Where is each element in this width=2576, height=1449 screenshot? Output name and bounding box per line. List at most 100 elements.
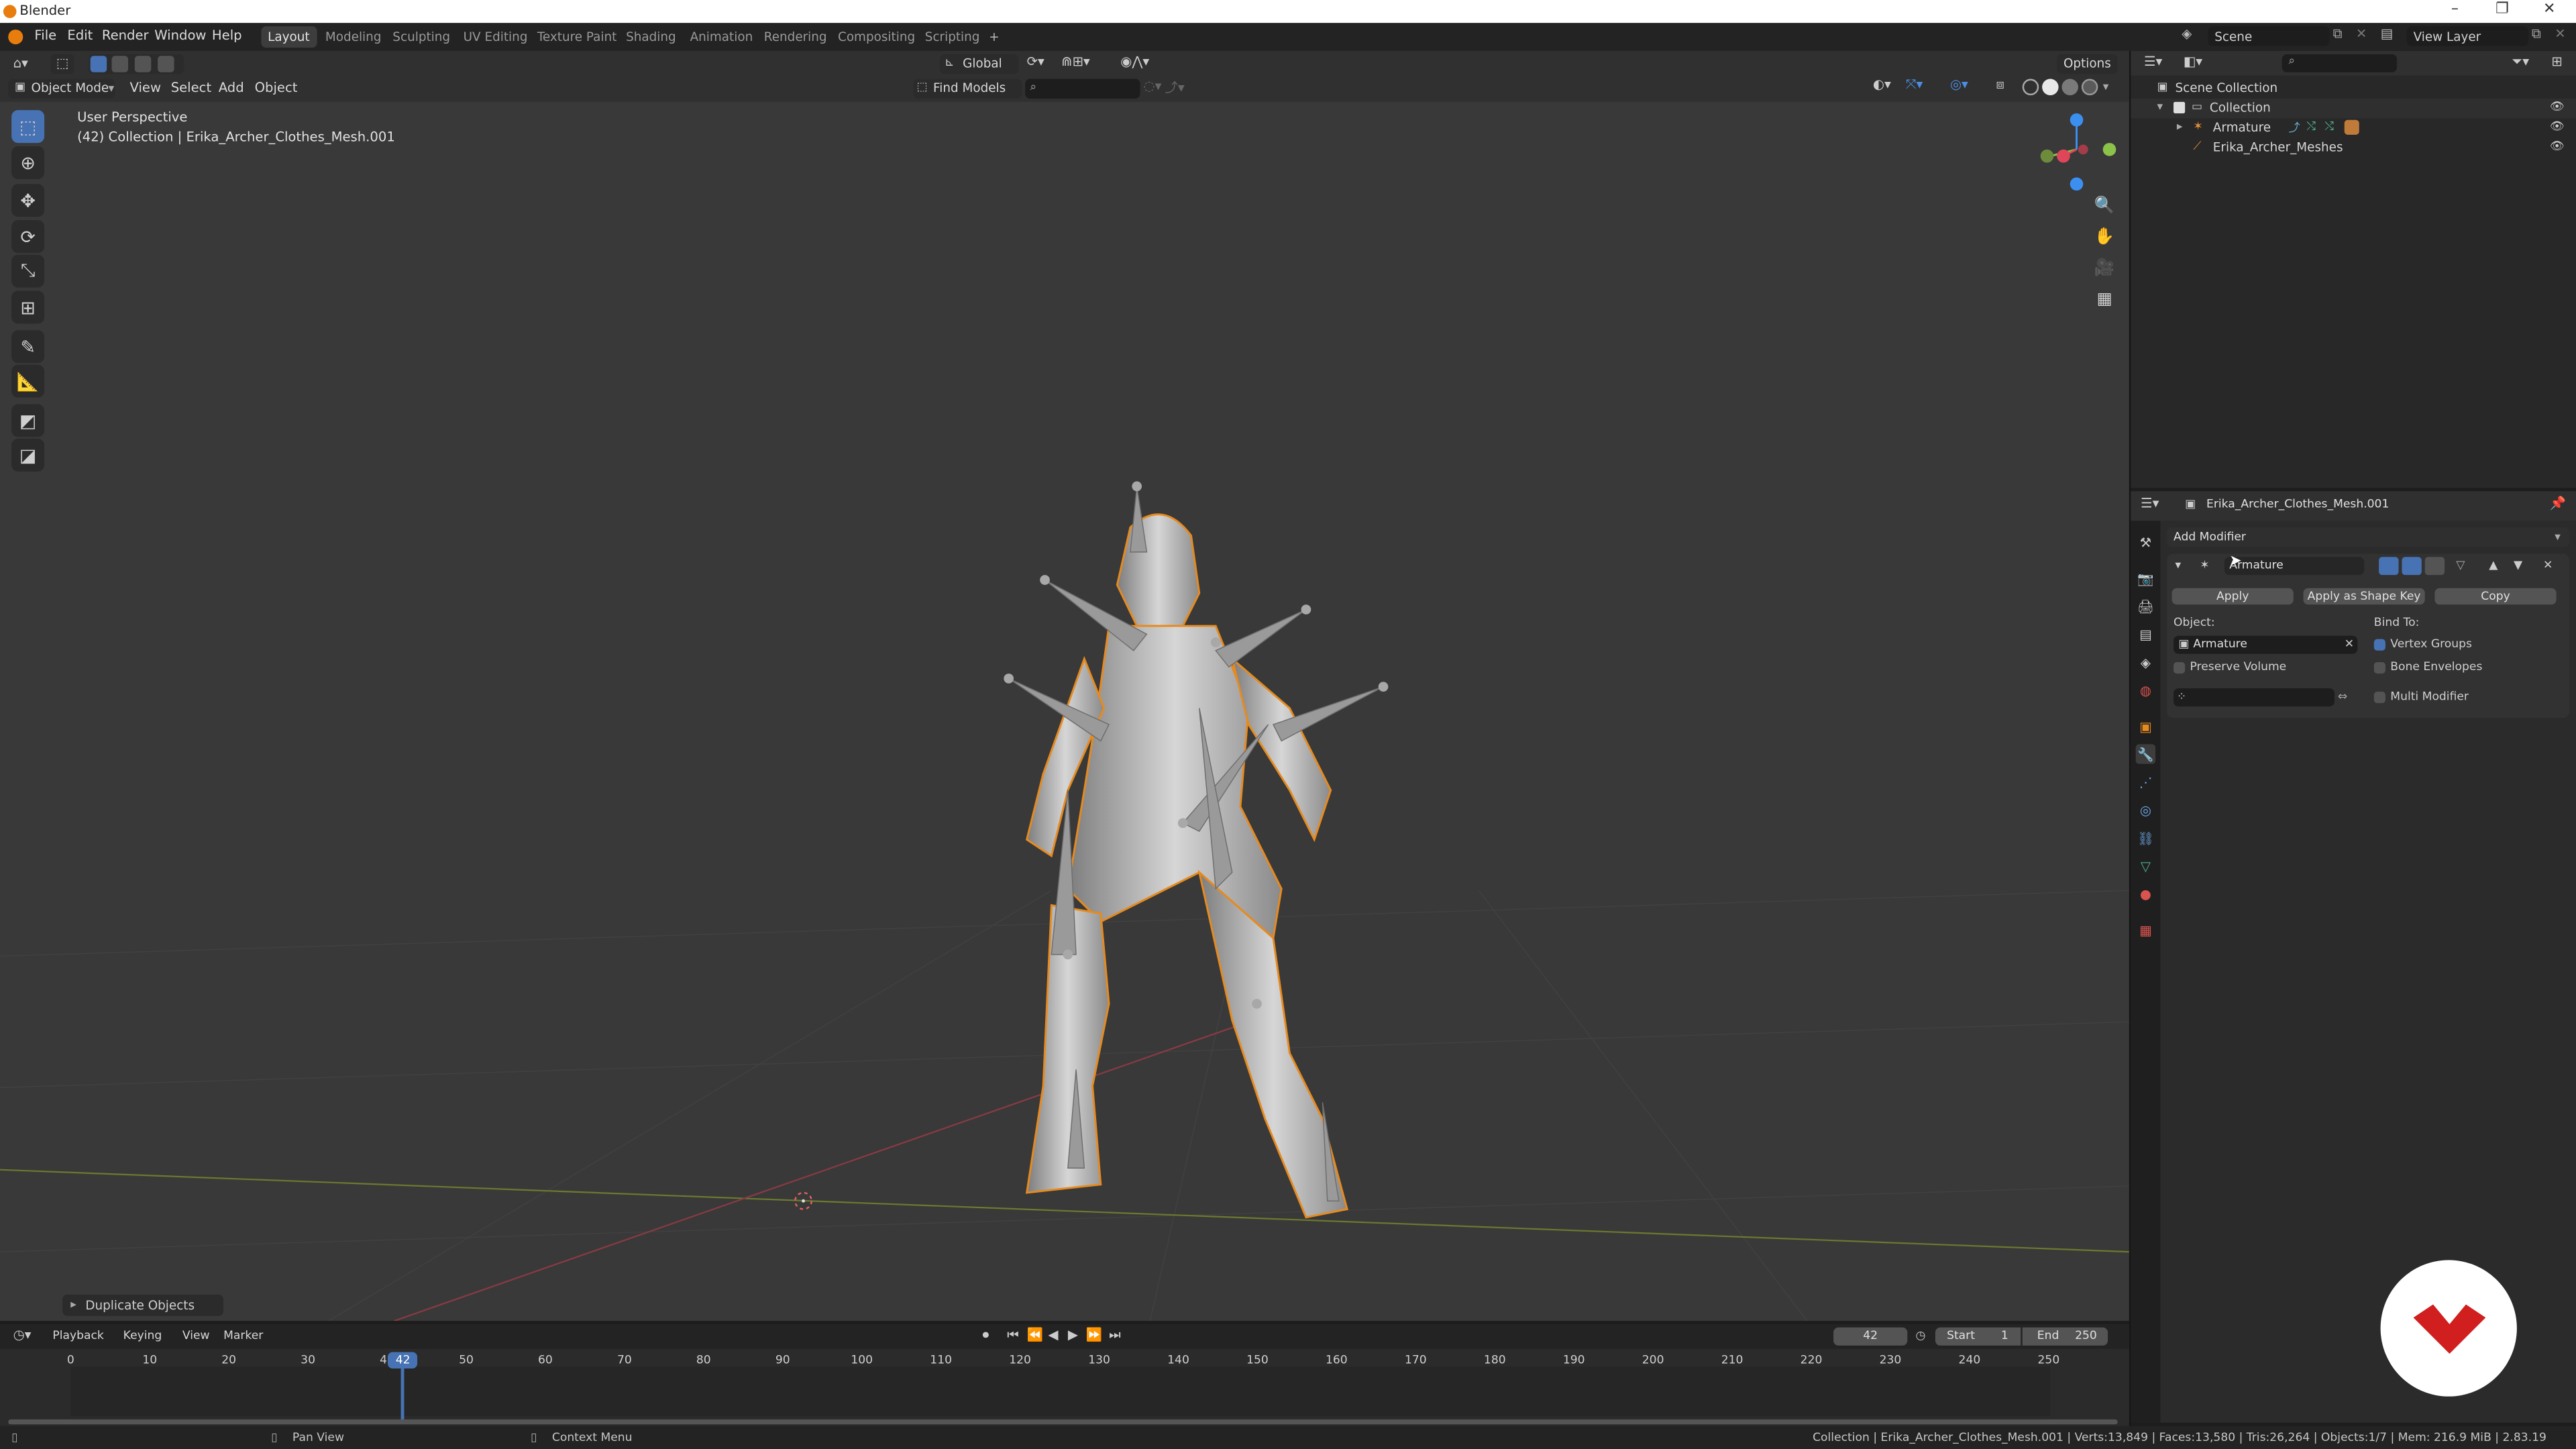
- viewport-menu-view[interactable]: View: [129, 80, 160, 95]
- tab-uv-editing[interactable]: UV Editing: [457, 26, 534, 48]
- world-tab-icon[interactable]: ◍: [2136, 680, 2155, 700]
- physics-tab-icon[interactable]: ◎: [2136, 800, 2155, 820]
- tab-compositing[interactable]: Compositing: [831, 26, 922, 48]
- wireframe-shading-icon[interactable]: [2022, 78, 2039, 96]
- delete-scene-icon[interactable]: ✕: [2356, 26, 2367, 41]
- options-dropdown[interactable]: Options: [2057, 54, 2118, 74]
- editor-type-icon[interactable]: ⌂▾: [13, 56, 28, 70]
- display-mode-icon[interactable]: ◧▾: [2184, 54, 2202, 69]
- add-modifier-dropdown[interactable]: Add Modifier ▾: [2167, 527, 2570, 547]
- shading-options-icon[interactable]: ▾: [2103, 80, 2109, 94]
- multi-modifier-checkbox[interactable]: [2373, 692, 2385, 704]
- tab-texture-paint[interactable]: Texture Paint: [531, 26, 623, 48]
- vertex-group-field[interactable]: [2174, 688, 2335, 707]
- pivot-point-icon[interactable]: ⟳▾: [1027, 54, 1044, 69]
- render-toggle-icon[interactable]: [2424, 557, 2445, 576]
- search-extra-icon[interactable]: ⤴▾: [1165, 79, 1184, 97]
- modifier-tab-icon[interactable]: 🔧: [2135, 744, 2156, 764]
- close-button[interactable]: ✕: [2543, 1, 2555, 17]
- cage-toggle-icon[interactable]: ▽: [2456, 559, 2465, 572]
- preserve-volume-checkbox[interactable]: [2174, 661, 2186, 674]
- material-tab-icon[interactable]: ●: [2136, 884, 2155, 904]
- vertex-groups-checkbox[interactable]: [2373, 639, 2385, 651]
- rendered-shading-icon[interactable]: [2081, 78, 2098, 96]
- menu-file[interactable]: File: [34, 28, 56, 43]
- viewport-menu-object[interactable]: Object: [255, 80, 298, 95]
- view-layer-selector[interactable]: View Layer: [2406, 26, 2529, 46]
- menu-edit[interactable]: Edit: [67, 28, 93, 43]
- collapse-arrow-icon[interactable]: ▾: [2175, 559, 2181, 572]
- overlays-toggle-icon[interactable]: ◎▾: [1950, 77, 1968, 92]
- eye-icon[interactable]: 👁: [2550, 140, 2565, 153]
- viewport-toggle-icon[interactable]: [2402, 557, 2422, 576]
- new-view-layer-icon[interactable]: ⧉: [2532, 26, 2541, 42]
- apply-button[interactable]: Apply: [2171, 588, 2294, 605]
- proportional-editing-icon[interactable]: ◉⋀▾: [1120, 54, 1149, 69]
- object-tab-icon[interactable]: ▣: [2136, 716, 2155, 736]
- minimize-button[interactable]: –: [2451, 1, 2459, 17]
- timeline-ruler[interactable]: 0 10 20 30 40 50 60 70 80 90 100 110 120 130 140 150 160…: [0, 1324, 2129, 1426]
- clear-field-icon[interactable]: ✕: [2345, 637, 2354, 651]
- tab-shading[interactable]: Shading: [619, 26, 682, 48]
- 3d-viewport[interactable]: ⌂▾ ⬚ Object Mode ▣ ▾ View Select Add Obj…: [0, 50, 2129, 1321]
- eye-icon[interactable]: 👁: [2550, 100, 2565, 113]
- move-icon[interactable]: ✥: [11, 184, 45, 217]
- texture-tab-icon[interactable]: ▦: [2136, 920, 2155, 939]
- find-models-dropdown[interactable]: Find Models: [913, 78, 1022, 99]
- navigation-gizmo[interactable]: [2034, 110, 2119, 195]
- measure-icon[interactable]: 📐: [11, 364, 45, 398]
- annotate-icon[interactable]: ✎: [11, 330, 45, 364]
- outliner-row-collection[interactable]: ▾ ▭ Collection 👁: [2131, 98, 2576, 119]
- scene-selector[interactable]: Scene: [2208, 26, 2330, 46]
- zoom-icon[interactable]: 🔍: [2092, 193, 2118, 219]
- exclude-checkbox[interactable]: [2174, 101, 2186, 113]
- gizmo-toggle-icon[interactable]: ⤧▾: [1906, 77, 1923, 93]
- disclosure-right-icon[interactable]: ▸: [2177, 120, 2183, 133]
- select-box-icon[interactable]: ⬚: [11, 110, 45, 144]
- eye-icon[interactable]: 👁: [2550, 120, 2565, 133]
- ortho-grid-icon[interactable]: ▦: [2092, 286, 2118, 312]
- cursor-icon[interactable]: ⊕: [11, 146, 45, 179]
- object-field[interactable]: Armature: [2174, 635, 2358, 654]
- outliner-row-armature[interactable]: ▸ ✶ Armature ⤴ ⤭ ⤭ 👁: [2131, 118, 2576, 138]
- snap-icon[interactable]: ⋒⊞▾: [1061, 54, 1090, 69]
- timeline-scrollbar[interactable]: [8, 1419, 2118, 1425]
- tool-tab-icon[interactable]: ⚒: [2136, 532, 2155, 551]
- move-down-icon[interactable]: ▼: [2514, 559, 2522, 572]
- properties-editor-type-icon[interactable]: ☰▾: [2141, 496, 2159, 511]
- select-new-icon[interactable]: [90, 56, 107, 72]
- view-layer-tab-icon[interactable]: ▤: [2136, 625, 2155, 644]
- edit-mode-toggle-icon[interactable]: [2379, 557, 2399, 576]
- outliner-row-erika-meshes[interactable]: ⟋ Erika_Archer_Meshes 👁: [2131, 138, 2576, 158]
- tab-modeling[interactable]: Modeling: [319, 26, 388, 48]
- select-extend-icon[interactable]: [111, 56, 129, 72]
- remove-modifier-icon[interactable]: ✕: [2543, 559, 2553, 572]
- tab-scripting[interactable]: Scripting: [918, 26, 986, 48]
- delete-view-layer-icon[interactable]: ✕: [2555, 26, 2565, 41]
- invert-vertex-group-icon[interactable]: ⇔: [2338, 690, 2347, 704]
- constraints-tab-icon[interactable]: ⛓: [2136, 828, 2155, 847]
- filter-icon[interactable]: ⏷▾: [2512, 54, 2530, 70]
- output-tab-icon[interactable]: 🖨: [2136, 596, 2155, 616]
- tool-mode-icon[interactable]: ⬚: [50, 54, 74, 74]
- select-subtract-icon[interactable]: [134, 56, 152, 72]
- add-cube-icon[interactable]: ◩: [11, 404, 45, 437]
- menu-help[interactable]: Help: [212, 28, 242, 43]
- xray-toggle-icon[interactable]: ⧈: [1996, 77, 2004, 93]
- modifier-name-field[interactable]: Armature: [2224, 557, 2365, 576]
- disclosure-down-icon[interactable]: ▾: [2157, 100, 2163, 113]
- timeline[interactable]: ◷▾ Playback Keying View Marker ⏺ ⏮ ⏪ ◀ ▶…: [0, 1324, 2129, 1426]
- menu-window[interactable]: Window: [154, 28, 206, 43]
- viewport-menu-add[interactable]: Add: [219, 80, 244, 95]
- new-collection-icon[interactable]: ⊞: [2551, 54, 2562, 69]
- tab-sculpting[interactable]: Sculpting: [386, 26, 457, 48]
- tab-rendering[interactable]: Rendering: [757, 26, 833, 48]
- camera-view-icon[interactable]: 🎥: [2092, 255, 2118, 281]
- outliner-search-input[interactable]: [2282, 54, 2398, 72]
- last-operator-panel[interactable]: ▸ Duplicate Objects: [62, 1294, 224, 1316]
- particles-tab-icon[interactable]: ⋰: [2136, 772, 2155, 792]
- add-workspace-button[interactable]: +: [983, 26, 1006, 48]
- extrude-icon[interactable]: ◪: [11, 438, 45, 472]
- character-model[interactable]: [953, 462, 1446, 1234]
- tab-layout[interactable]: Layout: [261, 26, 317, 48]
